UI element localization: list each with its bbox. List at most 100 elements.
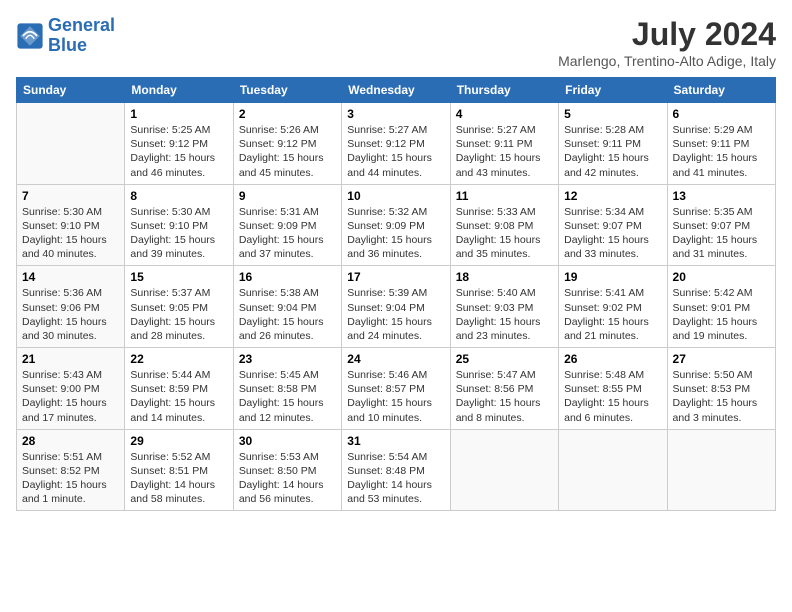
day-number: 10 [347,189,444,203]
week-row-0: 1Sunrise: 5:25 AM Sunset: 9:12 PM Daylig… [17,103,776,185]
calendar-cell: 10 Sunrise: 5:32 AM Sunset: 9:09 PM Dayli… [342,184,450,266]
day-info: Sunrise: 5:43 AM Sunset: 9:00 PM Dayligh… [22,368,119,425]
day-number: 17 [347,270,444,284]
calendar-cell: 22 Sunrise: 5:44 AM Sunset: 8:59 PM Dayli… [125,348,233,430]
day-number: 30 [239,434,336,448]
calendar-cell: 8Sunrise: 5:30 AM Sunset: 9:10 PM Daylig… [125,184,233,266]
day-info: Sunrise: 5:32 AM Sunset: 9:09 PM Dayligh… [347,205,444,262]
weekday-header-row: SundayMondayTuesdayWednesdayThursdayFrid… [17,78,776,103]
day-number: 21 [22,352,119,366]
day-info: Sunrise: 5:42 AM Sunset: 9:01 PM Dayligh… [673,286,770,343]
month-year: July 2024 [558,16,776,53]
day-info: Sunrise: 5:54 AM Sunset: 8:48 PM Dayligh… [347,450,444,507]
day-number: 24 [347,352,444,366]
calendar-cell: 19 Sunrise: 5:41 AM Sunset: 9:02 PM Dayli… [559,266,667,348]
calendar-cell: 30 Sunrise: 5:53 AM Sunset: 8:50 PM Dayli… [233,429,341,511]
day-number: 3 [347,107,444,121]
calendar-cell: 11 Sunrise: 5:33 AM Sunset: 9:08 PM Dayli… [450,184,558,266]
weekday-header-friday: Friday [559,78,667,103]
day-info: Sunrise: 5:30 AM Sunset: 9:10 PM Dayligh… [22,205,119,262]
title-block: July 2024 Marlengo, Trentino-Alto Adige,… [558,16,776,69]
day-info: Sunrise: 5:26 AM Sunset: 9:12 PM Dayligh… [239,123,336,180]
day-info: Sunrise: 5:29 AM Sunset: 9:11 PM Dayligh… [673,123,770,180]
day-info: Sunrise: 5:36 AM Sunset: 9:06 PM Dayligh… [22,286,119,343]
day-info: Sunrise: 5:27 AM Sunset: 9:12 PM Dayligh… [347,123,444,180]
day-number: 26 [564,352,661,366]
calendar-cell: 28Sunrise: 5:51 AM Sunset: 8:52 PM Dayli… [17,429,125,511]
calendar-cell: 15Sunrise: 5:37 AM Sunset: 9:05 PM Dayli… [125,266,233,348]
day-number: 7 [22,189,119,203]
day-number: 5 [564,107,661,121]
day-number: 18 [456,270,553,284]
day-number: 20 [673,270,770,284]
day-number: 22 [130,352,227,366]
day-info: Sunrise: 5:27 AM Sunset: 9:11 PM Dayligh… [456,123,553,180]
week-row-2: 14 Sunrise: 5:36 AM Sunset: 9:06 PM Dayli… [17,266,776,348]
calendar-cell: 5 Sunrise: 5:28 AM Sunset: 9:11 PM Daylig… [559,103,667,185]
calendar-cell [559,429,667,511]
calendar-cell: 26 Sunrise: 5:48 AM Sunset: 8:55 PM Dayli… [559,348,667,430]
weekday-header-tuesday: Tuesday [233,78,341,103]
day-number: 11 [456,189,553,203]
week-row-3: 21 Sunrise: 5:43 AM Sunset: 9:00 PM Dayli… [17,348,776,430]
calendar-cell [17,103,125,185]
calendar-cell: 31 Sunrise: 5:54 AM Sunset: 8:48 PM Dayli… [342,429,450,511]
day-info: Sunrise: 5:39 AM Sunset: 9:04 PM Dayligh… [347,286,444,343]
calendar-cell: 1Sunrise: 5:25 AM Sunset: 9:12 PM Daylig… [125,103,233,185]
day-info: Sunrise: 5:30 AM Sunset: 9:10 PM Dayligh… [130,205,227,262]
weekday-header-wednesday: Wednesday [342,78,450,103]
calendar-cell: 18 Sunrise: 5:40 AM Sunset: 9:03 PM Dayli… [450,266,558,348]
day-info: Sunrise: 5:35 AM Sunset: 9:07 PM Dayligh… [673,205,770,262]
day-info: Sunrise: 5:33 AM Sunset: 9:08 PM Dayligh… [456,205,553,262]
calendar-cell: 9 Sunrise: 5:31 AM Sunset: 9:09 PM Daylig… [233,184,341,266]
day-number: 31 [347,434,444,448]
day-info: Sunrise: 5:52 AM Sunset: 8:51 PM Dayligh… [130,450,227,507]
day-number: 28 [22,434,119,448]
calendar-cell: 29 Sunrise: 5:52 AM Sunset: 8:51 PM Dayli… [125,429,233,511]
location: Marlengo, Trentino-Alto Adige, Italy [558,53,776,69]
day-info: Sunrise: 5:53 AM Sunset: 8:50 PM Dayligh… [239,450,336,507]
day-number: 19 [564,270,661,284]
day-number: 1 [130,107,227,121]
day-info: Sunrise: 5:50 AM Sunset: 8:53 PM Dayligh… [673,368,770,425]
calendar-cell: 14 Sunrise: 5:36 AM Sunset: 9:06 PM Dayli… [17,266,125,348]
day-info: Sunrise: 5:40 AM Sunset: 9:03 PM Dayligh… [456,286,553,343]
day-number: 25 [456,352,553,366]
day-info: Sunrise: 5:38 AM Sunset: 9:04 PM Dayligh… [239,286,336,343]
day-number: 2 [239,107,336,121]
weekday-header-sunday: Sunday [17,78,125,103]
calendar-cell: 7 Sunrise: 5:30 AM Sunset: 9:10 PM Daylig… [17,184,125,266]
day-number: 14 [22,270,119,284]
calendar-cell: 17 Sunrise: 5:39 AM Sunset: 9:04 PM Dayli… [342,266,450,348]
day-info: Sunrise: 5:47 AM Sunset: 8:56 PM Dayligh… [456,368,553,425]
day-number: 23 [239,352,336,366]
day-number: 27 [673,352,770,366]
calendar-cell: 25 Sunrise: 5:47 AM Sunset: 8:56 PM Dayli… [450,348,558,430]
calendar-cell: 21 Sunrise: 5:43 AM Sunset: 9:00 PM Dayli… [17,348,125,430]
calendar-cell: 24Sunrise: 5:46 AM Sunset: 8:57 PM Dayli… [342,348,450,430]
day-number: 29 [130,434,227,448]
day-info: Sunrise: 5:41 AM Sunset: 9:02 PM Dayligh… [564,286,661,343]
calendar-cell: 12Sunrise: 5:34 AM Sunset: 9:07 PM Dayli… [559,184,667,266]
day-info: Sunrise: 5:31 AM Sunset: 9:09 PM Dayligh… [239,205,336,262]
day-info: Sunrise: 5:28 AM Sunset: 9:11 PM Dayligh… [564,123,661,180]
day-info: Sunrise: 5:48 AM Sunset: 8:55 PM Dayligh… [564,368,661,425]
week-row-1: 7 Sunrise: 5:30 AM Sunset: 9:10 PM Daylig… [17,184,776,266]
calendar-cell [450,429,558,511]
calendar-cell: 23Sunrise: 5:45 AM Sunset: 8:58 PM Dayli… [233,348,341,430]
logo-icon [16,22,44,50]
day-number: 16 [239,270,336,284]
day-info: Sunrise: 5:44 AM Sunset: 8:59 PM Dayligh… [130,368,227,425]
logo: General Blue [16,16,115,56]
calendar-table: SundayMondayTuesdayWednesdayThursdayFrid… [16,77,776,511]
day-number: 4 [456,107,553,121]
calendar-cell: 27 Sunrise: 5:50 AM Sunset: 8:53 PM Dayli… [667,348,775,430]
week-row-4: 28Sunrise: 5:51 AM Sunset: 8:52 PM Dayli… [17,429,776,511]
page-header: General Blue July 2024 Marlengo, Trentin… [16,16,776,69]
logo-blue: Blue [48,35,87,55]
day-number: 15 [130,270,227,284]
day-number: 13 [673,189,770,203]
calendar-cell: 2 Sunrise: 5:26 AM Sunset: 9:12 PM Daylig… [233,103,341,185]
calendar-cell: 6Sunrise: 5:29 AM Sunset: 9:11 PM Daylig… [667,103,775,185]
day-number: 9 [239,189,336,203]
